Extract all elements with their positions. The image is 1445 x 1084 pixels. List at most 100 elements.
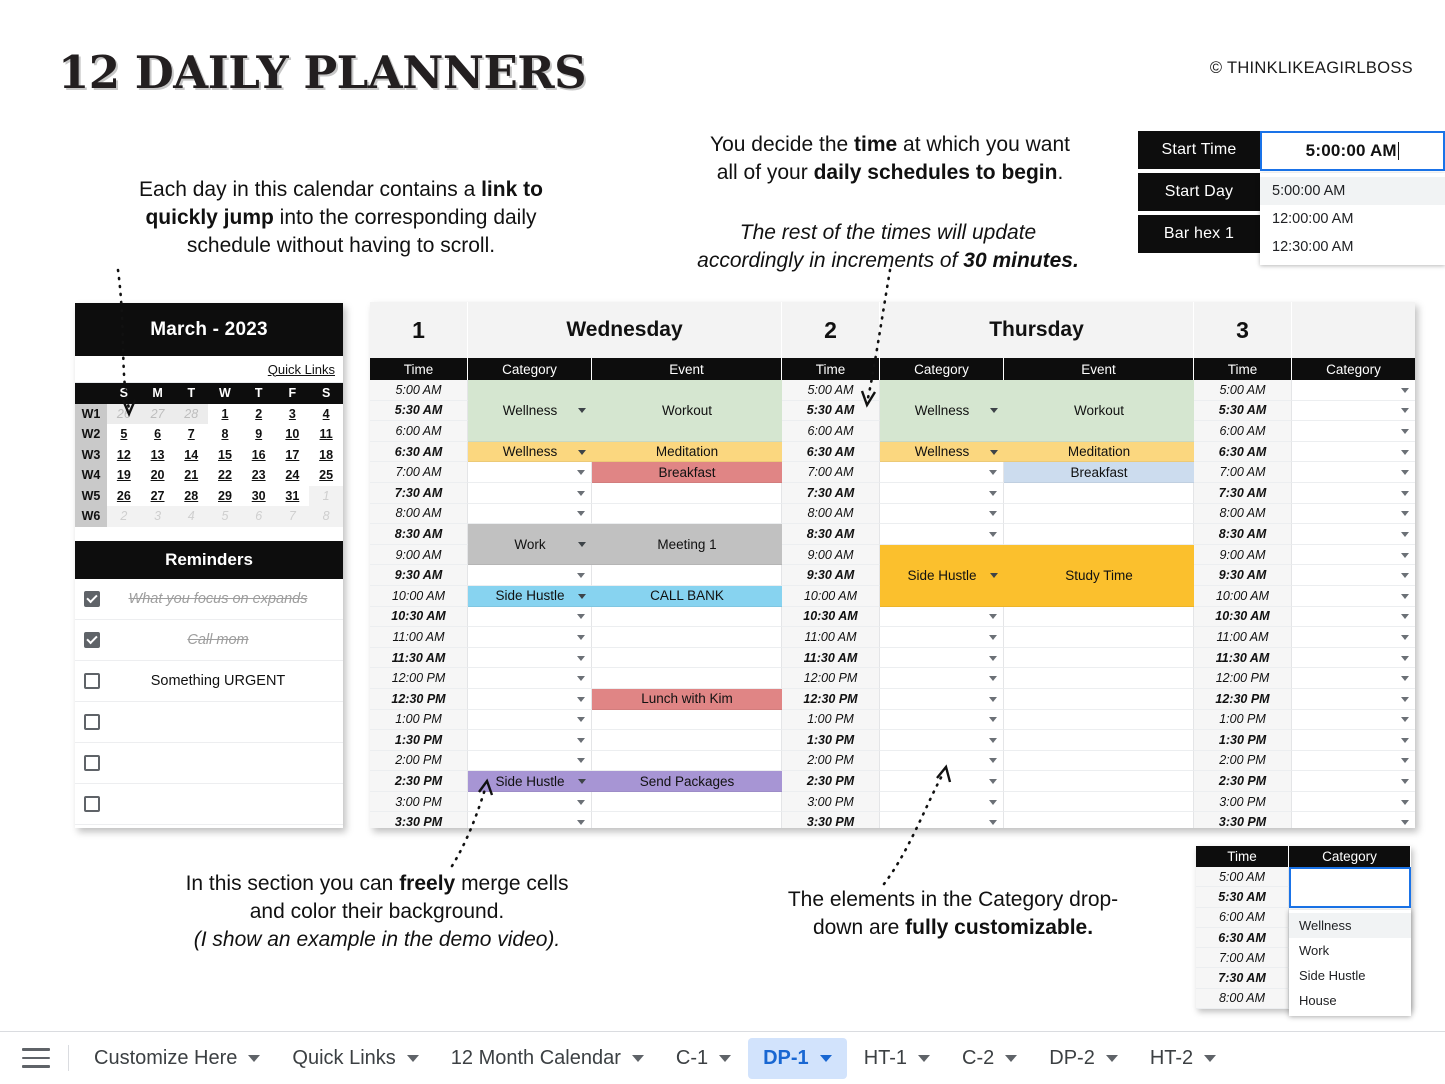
calendar-day-cell[interactable]: 11 — [309, 424, 343, 445]
schedule-category-cell[interactable] — [880, 668, 1004, 689]
chevron-down-icon[interactable] — [1105, 1054, 1118, 1062]
calendar-day-cell[interactable]: 8 — [208, 424, 242, 445]
chevron-down-icon[interactable] — [578, 542, 586, 548]
calendar-day-cell[interactable]: 19 — [107, 465, 141, 486]
chevron-down-icon[interactable] — [1401, 676, 1409, 682]
category-options-menu[interactable]: Wellness Work Side Hustle House — [1289, 910, 1411, 1016]
chevron-down-icon[interactable] — [631, 1054, 644, 1062]
schedule-category-block[interactable]: Wellness — [880, 441, 1004, 463]
chevron-down-icon[interactable] — [577, 676, 585, 682]
chevron-down-icon[interactable] — [819, 1054, 832, 1062]
schedule-category-block[interactable]: Side Hustle — [468, 771, 592, 792]
schedule-category-cell[interactable] — [468, 750, 592, 772]
chevron-down-icon[interactable] — [989, 799, 997, 805]
schedule-event-block[interactable]: Breakfast — [1004, 462, 1194, 483]
schedule-category-cell[interactable] — [880, 812, 1004, 828]
category-option[interactable]: Work — [1289, 938, 1411, 963]
schedule-event-cell[interactable] — [592, 812, 782, 828]
chevron-down-icon[interactable] — [577, 470, 585, 476]
chevron-down-icon[interactable] — [577, 573, 585, 579]
schedule-category-cell[interactable] — [1292, 462, 1415, 483]
schedule-category-cell[interactable] — [468, 668, 592, 689]
schedule-category-cell[interactable] — [468, 462, 592, 483]
schedule-category-block[interactable]: Side Hustle — [880, 544, 1004, 607]
calendar-day-cell[interactable]: 2 — [241, 403, 276, 424]
schedule-category-block[interactable]: Wellness — [468, 441, 592, 463]
chevron-down-icon[interactable] — [1401, 511, 1409, 517]
chevron-down-icon[interactable] — [1401, 490, 1409, 496]
chevron-down-icon[interactable] — [577, 490, 585, 496]
schedule-category-cell[interactable] — [1292, 750, 1415, 772]
calendar-day-cell[interactable]: 18 — [309, 444, 343, 465]
schedule-category-cell[interactable] — [1292, 524, 1415, 545]
chevron-down-icon[interactable] — [1401, 737, 1409, 743]
chevron-down-icon[interactable] — [1401, 696, 1409, 702]
schedule-category-cell[interactable] — [468, 812, 592, 828]
reminder-text[interactable]: What you focus on expands — [113, 591, 343, 607]
schedule-category-cell[interactable] — [1292, 380, 1415, 401]
schedule-category-cell[interactable] — [1292, 585, 1415, 607]
schedule-category-cell[interactable] — [880, 688, 1004, 710]
schedule-category-cell[interactable] — [880, 750, 1004, 772]
schedule-event-cell[interactable] — [592, 482, 782, 504]
schedule-event-block[interactable]: Study Time — [1004, 544, 1194, 607]
schedule-event-cell[interactable] — [592, 503, 782, 525]
schedule-category-cell[interactable] — [1292, 421, 1415, 442]
schedule-event-block[interactable]: Lunch with Kim — [592, 689, 782, 710]
calendar-day-cell[interactable]: 20 — [140, 465, 175, 486]
schedule-category-cell[interactable] — [1292, 647, 1415, 669]
calendar-day-cell[interactable]: 14 — [174, 444, 209, 465]
sheet-tab-ht-1[interactable]: HT-1 — [849, 1038, 945, 1079]
schedule-category-cell[interactable] — [1292, 791, 1415, 813]
schedule-category-cell[interactable] — [1292, 565, 1415, 586]
chevron-down-icon[interactable] — [1401, 428, 1409, 434]
chevron-down-icon[interactable] — [577, 758, 585, 764]
chevron-down-icon[interactable] — [1401, 573, 1409, 579]
chevron-down-icon[interactable] — [989, 634, 997, 640]
calendar-day-cell[interactable]: 12 — [107, 444, 141, 465]
schedule-category-cell[interactable] — [880, 709, 1004, 731]
calendar-day-cell[interactable]: 28 — [174, 485, 209, 506]
schedule-event-cell[interactable] — [1004, 482, 1194, 504]
schedule-category-cell[interactable] — [880, 524, 1004, 545]
schedule-category-cell[interactable] — [1292, 627, 1415, 648]
schedule-category-cell[interactable] — [1292, 400, 1415, 422]
chevron-down-icon[interactable] — [1401, 779, 1409, 785]
chevron-down-icon[interactable] — [989, 676, 997, 682]
schedule-category-cell[interactable] — [1292, 544, 1415, 566]
chevron-down-icon[interactable] — [577, 737, 585, 743]
schedule-event-cell[interactable] — [1004, 647, 1194, 669]
chevron-down-icon[interactable] — [1401, 820, 1409, 826]
chevron-down-icon[interactable] — [990, 449, 998, 455]
schedule-category-cell[interactable] — [468, 688, 592, 710]
chevron-down-icon[interactable] — [989, 696, 997, 702]
hamburger-menu-icon[interactable] — [22, 1048, 50, 1068]
chevron-down-icon[interactable] — [989, 511, 997, 517]
chevron-down-icon[interactable] — [1401, 449, 1409, 455]
sheet-tab-12-month-calendar[interactable]: 12 Month Calendar — [436, 1038, 659, 1079]
schedule-category-cell[interactable] — [468, 606, 592, 628]
schedule-category-cell[interactable] — [880, 771, 1004, 792]
chevron-down-icon[interactable] — [990, 573, 998, 579]
chevron-down-icon[interactable] — [918, 1054, 931, 1062]
schedule-event-block[interactable]: Breakfast — [592, 462, 782, 483]
schedule-category-cell[interactable] — [1292, 771, 1415, 792]
start-time-option[interactable]: 12:30:00 AM — [1260, 233, 1445, 261]
chevron-down-icon[interactable] — [1401, 387, 1409, 393]
chevron-down-icon[interactable] — [577, 655, 585, 661]
schedule-event-block[interactable]: Workout — [592, 380, 782, 442]
chevron-down-icon[interactable] — [1401, 634, 1409, 640]
schedule-event-block[interactable]: Send Packages — [592, 771, 782, 792]
chevron-down-icon[interactable] — [248, 1054, 261, 1062]
schedule-event-cell[interactable] — [1004, 709, 1194, 731]
chevron-down-icon[interactable] — [1401, 470, 1409, 476]
calendar-day-cell[interactable]: 27 — [140, 485, 175, 506]
schedule-event-cell[interactable] — [1004, 791, 1194, 813]
schedule-category-cell[interactable] — [1292, 668, 1415, 689]
schedule-category-cell[interactable] — [880, 730, 1004, 751]
reminder-text[interactable]: Call mom — [113, 632, 343, 648]
chevron-down-icon[interactable] — [989, 614, 997, 620]
start-time-dropdown[interactable]: 5:00:00 AM 12:00:00 AM 12:30:00 AM — [1260, 173, 1445, 265]
schedule-category-cell[interactable] — [1292, 441, 1415, 463]
calendar-day-cell[interactable]: 21 — [174, 465, 209, 486]
